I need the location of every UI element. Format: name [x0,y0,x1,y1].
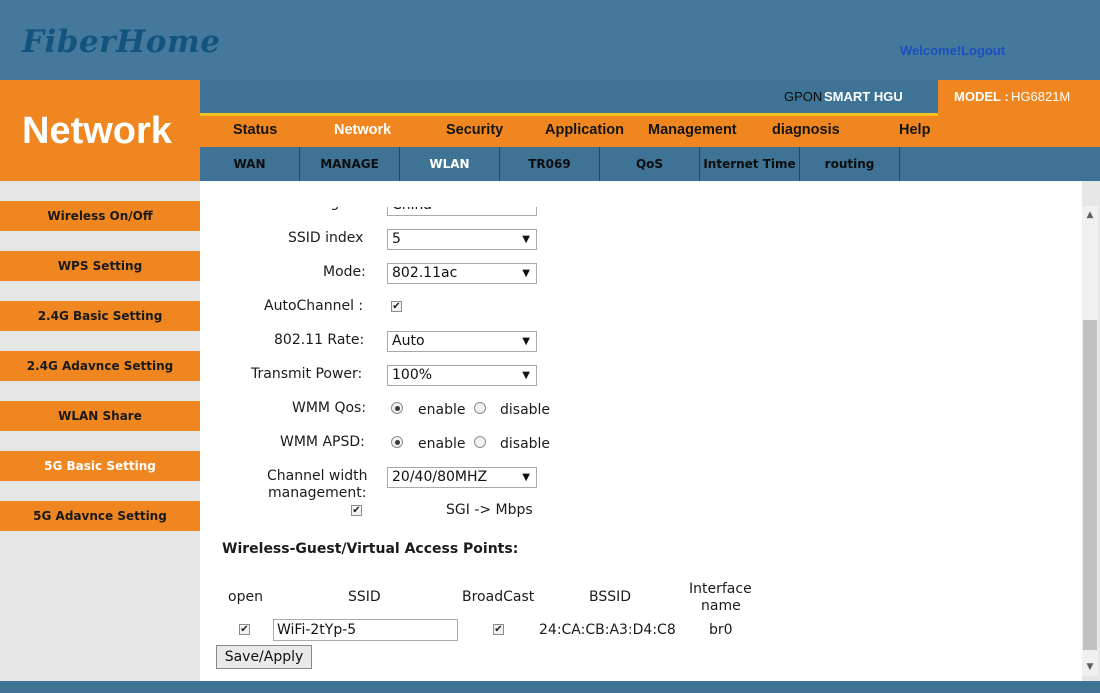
tab-internet-time[interactable]: Internet Time [700,147,800,181]
menu-status[interactable]: Status [233,122,277,138]
tab-wan[interactable]: WAN [200,147,300,181]
autochannel-checkbox[interactable]: ✔ [391,301,402,312]
scroll-thumb[interactable] [1083,320,1097,650]
wmm-qos-disable-radio[interactable] [474,402,486,414]
model-label: MODEL : [954,89,1009,104]
model-value: HG6821M [1011,89,1071,104]
menu-security[interactable]: Security [446,122,503,138]
menu-application[interactable]: Application [545,122,624,138]
logout-link[interactable]: Logout [961,43,1005,58]
column-header-bssid: BSSID [589,589,632,605]
welcome-text: Welcome! [900,43,962,58]
save-apply-button[interactable]: Save/Apply [216,645,312,669]
sidebar-item-5g-advance[interactable]: 5G Adavnce Setting [0,501,200,531]
chevron-down-icon: ▼ [522,268,530,279]
bottom-bar [0,681,1100,693]
nation-region-select[interactable]: China [387,197,537,216]
nation-region-label: Nation region: [266,195,366,211]
rate-value: Auto [392,333,425,349]
sgi-label: SGI -> Mbps [446,502,533,518]
tab-manage[interactable]: MANAGE [300,147,400,181]
wmm-apsd-disable-radio[interactable] [474,436,486,448]
column-header-ssid: SSID [348,589,381,605]
ssid-index-select[interactable]: 5 ▼ [387,229,537,250]
wmm-qos-enable-radio[interactable] [391,402,403,414]
column-header-open: open [228,589,263,605]
column-header-broadcast: BroadCast [462,589,535,605]
mode-select[interactable]: 802.11ac ▼ [387,263,537,284]
product-prefix: GPON [784,89,823,104]
chevron-down-icon: ▼ [522,234,530,245]
autochannel-label: AutoChannel : [264,298,364,314]
sidebar-item-wlan-share[interactable]: WLAN Share [0,401,200,431]
rate-select[interactable]: Auto ▼ [387,331,537,352]
column-header-interface-2: name [701,598,741,614]
guest-ap-title: Wireless-Guest/Virtual Access Points: [222,541,519,557]
transmit-power-label: Transmit Power: [251,366,363,382]
channel-width-select[interactable]: 20/40/80MHZ ▼ [387,467,537,488]
wmm-qos-label: WMM Qos: [292,400,367,416]
wmm-qos-enable-label: enable [418,402,466,418]
channel-width-label-2: management: [268,485,367,501]
scroll-up-arrow-icon[interactable]: ▲ [1082,206,1098,224]
chevron-down-icon: ▼ [522,370,530,381]
content-panel: Nation region: China SSID index 5 ▼ Mode:… [200,181,1082,681]
chevron-down-icon: ▼ [522,336,530,347]
guest-open-checkbox[interactable]: ✔ [239,624,250,635]
wmm-apsd-label: WMM APSD: [280,434,365,450]
wmm-apsd-enable-radio[interactable] [391,436,403,448]
menu-network[interactable]: Network [334,122,391,138]
mode-label: Mode: [323,264,366,280]
rate-label: 802.11 Rate: [274,332,365,348]
menu-diagnosis[interactable]: diagnosis [772,122,840,138]
channel-width-value: 20/40/80MHZ [392,469,488,485]
sgi-checkbox[interactable]: ✔ [351,505,362,516]
tab-routing[interactable]: routing [800,147,900,181]
nation-region-value: China [392,197,432,213]
scroll-down-arrow-icon[interactable]: ▼ [1082,658,1098,676]
wmm-qos-disable-label: disable [500,402,551,418]
ssid-index-value: 5 [392,231,401,247]
menu-help[interactable]: Help [899,122,930,138]
menu-management[interactable]: Management [648,122,737,138]
fiberhome-logo: FiberHome [22,24,221,60]
section-title: Network [22,110,172,152]
sidebar-item-wireless-onoff[interactable]: Wireless On/Off [0,201,200,231]
guest-interface-value: br0 [709,622,733,638]
wmm-apsd-disable-label: disable [500,436,551,452]
product-name: SMART HGU [824,89,903,104]
transmit-power-select[interactable]: 100% ▼ [387,365,537,386]
mode-value: 802.11ac [392,265,458,281]
column-header-interface-1: Interface [689,581,752,597]
chevron-down-icon: ▼ [522,472,530,483]
sidebar-item-wps-setting[interactable]: WPS Setting [0,251,200,281]
sidebar-item-24g-basic[interactable]: 2.4G Basic Setting [0,301,200,331]
tab-qos[interactable]: QoS [600,147,700,181]
tab-tr069[interactable]: TR069 [500,147,600,181]
guest-bssid-value: 24:CA:CB:A3:D4:C8 [539,622,676,638]
channel-width-label-1: Channel width [267,468,368,484]
wmm-apsd-enable-label: enable [418,436,466,452]
guest-broadcast-checkbox[interactable]: ✔ [493,624,504,635]
transmit-power-value: 100% [392,367,433,383]
ssid-index-label: SSID index [288,230,364,246]
sidebar-item-24g-advance[interactable]: 2.4G Adavnce Setting [0,351,200,381]
sidebar-item-5g-basic[interactable]: 5G Basic Setting [0,451,200,481]
tab-wlan[interactable]: WLAN [400,147,500,181]
guest-ssid-input[interactable]: WiFi-2tYp-5 [273,619,458,641]
